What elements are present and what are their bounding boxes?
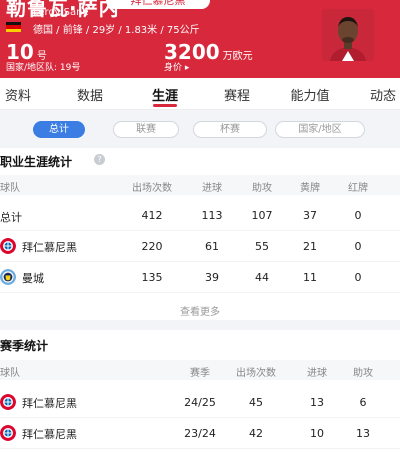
help-icon[interactable]: ? [94, 154, 105, 165]
germany-flag-icon [6, 22, 21, 32]
tab-ability[interactable]: 能力值 [290, 85, 329, 104]
red-value: 0 [354, 240, 362, 253]
season-stats-title: 赛季统计 [0, 339, 49, 353]
col-assists: 助攻 [252, 183, 272, 194]
col-apps: 出场次数 [132, 183, 172, 194]
player-name-en: Leroy Sané [33, 7, 89, 18]
team-name: 拜仁慕尼黑 [22, 241, 77, 254]
filter-total[interactable]: 总计 [33, 121, 85, 138]
red-value: 0 [354, 271, 362, 284]
section-divider [0, 320, 400, 330]
yellow-value: 37 [303, 209, 317, 222]
career-stats-section: 职业生涯统计 ? 球队 出场次数 进球 助攻 黄牌 红牌 总计 412 113 … [0, 148, 400, 320]
team-name: 拜仁慕尼黑 [22, 428, 77, 441]
col-goals: 进球 [202, 183, 222, 194]
yellow-value: 21 [303, 240, 317, 253]
apps-value: 135 [141, 271, 163, 284]
filter-national[interactable]: 国家/地区 [275, 121, 365, 138]
see-more-link[interactable]: 查看更多 [0, 303, 400, 318]
col-apps: 出场次数 [236, 368, 276, 379]
assists-value: 107 [251, 209, 273, 222]
assists-value: 6 [359, 396, 367, 409]
tab-data[interactable]: 数据 [77, 85, 103, 104]
national-team-number: 国家/地区队: 19号 [6, 63, 81, 73]
col-team: 球队 [0, 183, 20, 194]
assists-value: 13 [356, 427, 370, 440]
tab-career[interactable]: 生涯 [152, 85, 178, 104]
goals-value: 113 [201, 209, 223, 222]
apps-value: 412 [141, 209, 163, 222]
col-goals: 进球 [307, 368, 327, 379]
career-row-total: 总计 412 113 107 37 0 [0, 201, 400, 231]
team-pill[interactable]: 拜仁慕尼黑 [106, 0, 210, 9]
team-cell: 拜仁慕尼黑 [0, 238, 77, 255]
player-avatar [322, 9, 374, 61]
season-stats-section: 赛季统计 球队 赛季 出场次数 进球 助攻 拜仁慕尼黑 24/25 45 13 … [0, 330, 400, 452]
col-assists: 助攻 [353, 368, 373, 379]
market-value-label[interactable]: 身价 ▸ [164, 60, 189, 73]
team-cell: 曼城 [0, 269, 44, 286]
season-value: 23/24 [184, 427, 216, 440]
season-row[interactable]: 拜仁慕尼黑 24/25 45 13 6 [0, 388, 400, 418]
apps-value: 45 [249, 396, 263, 409]
team-name: 曼城 [22, 272, 44, 285]
career-row-man-city[interactable]: 曼城 135 39 44 11 0 [0, 263, 400, 293]
team-cell: 拜仁慕尼黑 [0, 394, 77, 411]
season-table-header: 球队 赛季 出场次数 进球 助攻 [0, 360, 400, 380]
tab-news[interactable]: 动态 [370, 85, 396, 104]
career-filters: 总计 联赛 杯赛 国家/地区 [0, 110, 400, 148]
yellow-value: 11 [303, 271, 317, 284]
career-stats-title: 职业生涯统计 [0, 155, 73, 169]
goals-value: 10 [310, 427, 324, 440]
market-value-unit: 万欧元 [222, 51, 253, 62]
tab-schedule[interactable]: 赛程 [224, 85, 250, 104]
team-name: 拜仁慕尼黑 [22, 397, 77, 410]
season-value: 24/25 [184, 396, 216, 409]
bayern-logo-icon [0, 238, 16, 254]
career-table-header: 球队 出场次数 进球 助攻 黄牌 红牌 [0, 175, 400, 195]
filter-cup[interactable]: 杯赛 [193, 121, 267, 138]
red-value: 0 [354, 209, 362, 222]
apps-value: 42 [249, 427, 263, 440]
player-header: 勒鲁瓦·萨内 拜仁慕尼黑 Leroy Sané 德国 / 前锋 / 29岁 / … [0, 0, 400, 78]
col-season: 赛季 [190, 368, 210, 379]
apps-value: 220 [141, 240, 163, 253]
active-tab-indicator [153, 104, 177, 107]
col-yellow: 黄牌 [300, 183, 320, 194]
col-red: 红牌 [348, 183, 368, 194]
assists-value: 55 [255, 240, 269, 253]
career-row-bayern[interactable]: 拜仁慕尼黑 220 61 55 21 0 [0, 232, 400, 262]
col-team: 球队 [0, 368, 20, 379]
player-info: 德国 / 前锋 / 29岁 / 1.83米 / 75公斤 [33, 25, 200, 36]
season-row[interactable]: 拜仁慕尼黑 23/24 42 10 13 [0, 419, 400, 449]
tab-profile[interactable]: 资料 [5, 85, 31, 104]
team-cell: 拜仁慕尼黑 [0, 425, 77, 442]
goals-value: 39 [205, 271, 219, 284]
filter-league[interactable]: 联赛 [113, 121, 179, 138]
assists-value: 44 [255, 271, 269, 284]
profile-tabs: 资料 数据 生涯 赛程 能力值 动态 [0, 78, 400, 110]
bayern-logo-icon [0, 425, 16, 441]
team-name: 总计 [0, 211, 22, 224]
goals-value: 61 [205, 240, 219, 253]
goals-value: 13 [310, 396, 324, 409]
man-city-logo-icon [0, 269, 16, 285]
bayern-logo-icon [0, 394, 16, 410]
